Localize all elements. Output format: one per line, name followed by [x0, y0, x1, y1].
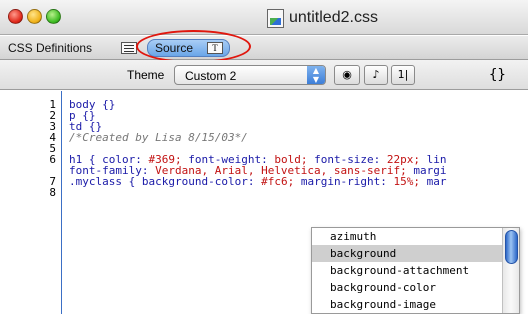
css-comment: /*Created by Lisa 8/15/03*/: [69, 131, 248, 144]
autocomplete-item[interactable]: background-attachment: [312, 262, 502, 279]
autocomplete-item[interactable]: background-image: [312, 296, 502, 313]
music-note-icon[interactable]: ♪: [364, 65, 388, 85]
css-property: background-color:: [135, 175, 255, 188]
code-line-4[interactable]: /*Created by Lisa 8/15/03*/: [69, 132, 248, 143]
autocomplete-item-selected[interactable]: background: [312, 245, 502, 262]
css-value: #fc6;: [254, 175, 295, 188]
code-line-7[interactable]: .myclass { background-color: #fc6; margi…: [69, 176, 447, 187]
line-number: 8: [49, 186, 56, 199]
window-titlebar: untitled2.css: [0, 0, 528, 35]
theme-label: Theme: [127, 68, 165, 82]
css-selector: .myclass {: [69, 175, 136, 188]
window-title: untitled2.css: [267, 8, 378, 28]
list-view-icon[interactable]: [121, 42, 137, 54]
theme-select-value: Custom 2: [185, 69, 237, 83]
autocomplete-popup[interactable]: azimuth background background-attachment…: [311, 227, 520, 314]
css-file-icon: [267, 8, 284, 28]
minimize-icon[interactable]: [27, 9, 42, 24]
theme-select[interactable]: Custom 2 ▲ ▼: [174, 65, 326, 85]
chevron-updown-icon: ▲ ▼: [307, 66, 325, 84]
tab-css-definitions[interactable]: CSS Definitions: [8, 41, 92, 55]
window-title-text: untitled2.css: [289, 9, 378, 26]
css-property: mar: [420, 175, 447, 188]
css-value: 15%;: [386, 175, 421, 188]
autocomplete-scrollbar[interactable]: [502, 228, 519, 313]
css-property: margin-right:: [294, 175, 387, 188]
braces-button[interactable]: {}: [489, 67, 506, 83]
theme-toolbar: Theme Custom 2 ▲ ▼ ◉ ♪ 1| {}: [0, 60, 528, 90]
line-number-gutter: 1 2 3 4 5 6 7 8: [0, 91, 62, 314]
scrollbar-thumb[interactable]: [505, 230, 518, 264]
line-number-icon[interactable]: 1|: [391, 65, 415, 85]
autocomplete-item[interactable]: azimuth: [312, 228, 502, 245]
css-brace: {}: [102, 98, 116, 111]
line-number: 6: [49, 153, 56, 166]
close-icon[interactable]: [8, 9, 23, 24]
autocomplete-item[interactable]: background-color: [312, 279, 502, 296]
view-tabbar: CSS Definitions Source T: [0, 36, 528, 60]
eye-icon[interactable]: ◉: [334, 65, 360, 85]
zoom-icon[interactable]: [46, 9, 61, 24]
source-highlight-ring: [136, 30, 251, 63]
